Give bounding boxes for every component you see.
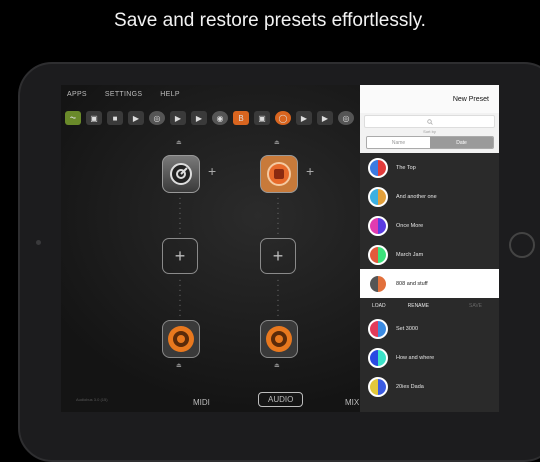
preset-label: March Jam: [396, 251, 424, 258]
preset-thumbnail: [368, 273, 388, 294]
camera-dot: [36, 240, 41, 245]
chain-connector: ⌄ ⌄ ⌄ ⌄ ⌄ ⌄ ⌄ ⌄: [275, 195, 281, 236]
input-app-slot[interactable]: [162, 155, 200, 193]
headline: Save and restore presets effortlessly.: [114, 10, 426, 31]
preset-label: How and where: [396, 354, 435, 361]
preset-label: 808 and stuff: [396, 280, 428, 287]
preset-item[interactable]: The Top: [360, 153, 499, 182]
speaker-icon: [266, 326, 292, 352]
preset-thumbnail: [368, 318, 388, 339]
play-icon[interactable]: ▶: [128, 111, 144, 125]
play-icon-2[interactable]: ▶: [191, 111, 207, 125]
preset-thumbnail: [368, 347, 388, 368]
output-app-icon[interactable]: ◯: [275, 111, 291, 125]
search-input[interactable]: [364, 115, 495, 128]
add-input-side-icon[interactable]: +: [208, 163, 216, 179]
rename-button[interactable]: RENAME: [408, 303, 429, 309]
eject-icon[interactable]: ⏏: [176, 362, 182, 369]
chain-connector: ⌄ ⌄ ⌄ ⌄ ⌄ ⌄ ⌄ ⌄: [275, 277, 281, 318]
preset-popover: New Preset Sort by Name Date The Top And …: [360, 85, 499, 412]
top-menu: APPS SETTINGS HELP: [67, 91, 180, 98]
plus-icon: +: [272, 245, 284, 266]
menu-apps[interactable]: APPS: [67, 91, 87, 98]
preset-thumbnail: [368, 376, 388, 397]
preset-thumbnail: [368, 186, 388, 207]
app-screen: APPS SETTINGS HELP ⏦ ▣ ■ ▶ ◎ ▶ ▶ ◉ B ▣ ◯…: [61, 85, 499, 412]
transport-toolbar: ⏦ ▣ ■ ▶ ◎ ▶ ▶ ◉ B ▣ ◯ ▶ ▶ ◎: [65, 109, 354, 127]
popover-header: New Preset: [360, 85, 499, 113]
preset-item[interactable]: Set 3000: [360, 314, 499, 343]
preset-item[interactable]: 808 and stuff: [360, 269, 499, 298]
preset-label: And another one: [396, 193, 437, 200]
play-icon-3[interactable]: ▶: [317, 111, 333, 125]
sort-date-button[interactable]: Date: [430, 137, 493, 148]
load-button[interactable]: LOAD: [372, 303, 386, 309]
rewind-icon[interactable]: ◉: [212, 111, 228, 125]
preset-thumbnail: [368, 157, 388, 178]
search-icon: [426, 118, 433, 125]
eject-icon[interactable]: ⏏: [274, 362, 280, 369]
add-effect-slot-2[interactable]: +: [260, 238, 296, 274]
version-label: Audiobus 3.0 (15): [76, 397, 108, 402]
output-app-slot-2[interactable]: [260, 320, 298, 358]
menu-settings[interactable]: SETTINGS: [105, 91, 142, 98]
output-app-slot-1[interactable]: [162, 320, 200, 358]
preset-actions: LOAD RENAME SAVE: [360, 298, 499, 314]
preset-item[interactable]: And another one: [360, 182, 499, 211]
effect-app-icon[interactable]: ◎: [149, 111, 165, 125]
stop-icon[interactable]: ■: [107, 111, 123, 125]
plus-icon: +: [174, 245, 186, 266]
chain-connector: ⌄ ⌄ ⌄ ⌄ ⌄ ⌄ ⌄ ⌄: [177, 277, 183, 318]
tab-mix[interactable]: MIX: [345, 398, 359, 407]
sort-by-label: Sort by: [423, 129, 436, 134]
preset-thumbnail: [368, 244, 388, 265]
preset-list-bottom: Set 3000 How and where 20ies Dada: [360, 314, 499, 401]
sort-segmented-control: Name Date: [366, 136, 494, 149]
sort-name-button[interactable]: Name: [367, 137, 430, 148]
preset-item[interactable]: March Jam: [360, 240, 499, 269]
preset-item[interactable]: 20ies Dada: [360, 372, 499, 401]
preset-label: The Top: [396, 164, 416, 171]
beatmaker-app-slot[interactable]: [260, 155, 298, 193]
beatmaker-icon: [267, 162, 291, 186]
preset-label: 20ies Dada: [396, 383, 424, 390]
folder-icon[interactable]: ▣: [86, 111, 102, 125]
preset-thumbnail: [368, 215, 388, 236]
add-effect-slot-1[interactable]: +: [162, 238, 198, 274]
preset-label: Once More: [396, 222, 424, 229]
search-area: Sort by Name Date: [360, 113, 499, 153]
menu-help[interactable]: HELP: [160, 91, 180, 98]
save-button[interactable]: SAVE: [469, 303, 482, 309]
record-icon[interactable]: ▶: [170, 111, 186, 125]
eject-icon[interactable]: ⏏: [274, 139, 280, 146]
loop-icon[interactable]: ◎: [338, 111, 354, 125]
speaker-icon: [168, 326, 194, 352]
tab-audio[interactable]: AUDIO: [258, 392, 304, 407]
eject-icon[interactable]: ⏏: [176, 139, 182, 146]
chain-connector: ⌄ ⌄ ⌄ ⌄ ⌄ ⌄ ⌄ ⌄: [177, 195, 183, 236]
input-app-icon[interactable]: ⏦: [65, 111, 81, 125]
beatmaker-app-icon[interactable]: B: [233, 111, 249, 125]
export-icon[interactable]: ▣: [254, 111, 270, 125]
timer-app-icon: [170, 163, 192, 185]
new-preset-button[interactable]: New Preset: [453, 96, 489, 103]
preset-list-top: The Top And another one Once More March Jam…: [360, 153, 499, 298]
preset-item[interactable]: How and where: [360, 343, 499, 372]
forward-icon[interactable]: ▶: [296, 111, 312, 125]
tab-midi[interactable]: MIDI: [193, 398, 210, 407]
add-input-side-icon[interactable]: +: [306, 163, 314, 179]
preset-item[interactable]: Once More: [360, 211, 499, 240]
home-button[interactable]: [509, 232, 535, 258]
preset-label: Set 3000: [396, 325, 419, 332]
